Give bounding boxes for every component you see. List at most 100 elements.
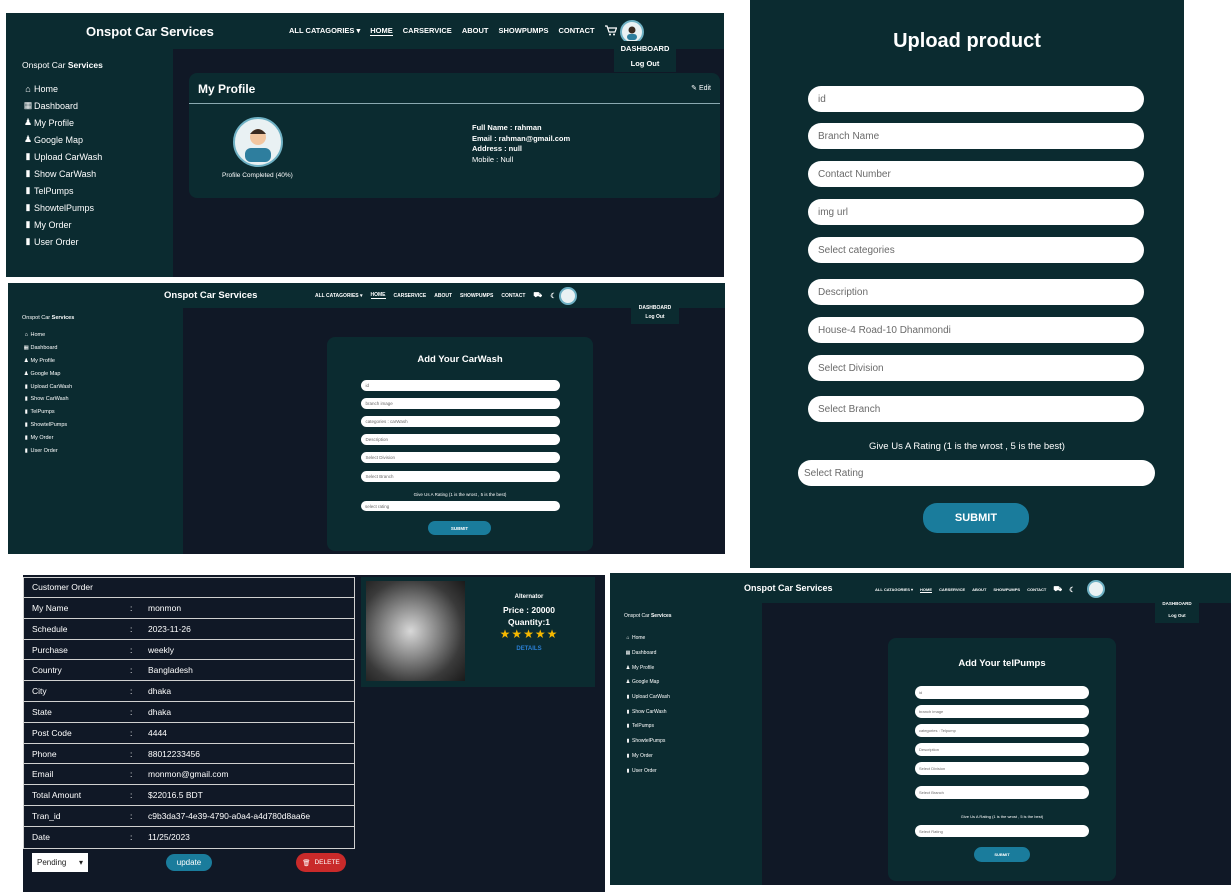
form-field-categories-carwash[interactable]: categories : carWash [361, 416, 560, 427]
sidebar-item-user-order[interactable]: ▮ User Order [22, 233, 102, 250]
form-field-select-division[interactable]: Select Division [361, 452, 560, 463]
sidebar-item-google-map[interactable]: ♟ Google Map [624, 675, 670, 690]
sidebar-item-my-profile[interactable]: ♟ My Profile [22, 114, 102, 131]
nav-contact[interactable]: CONTACT [501, 293, 525, 299]
form-field-id[interactable]: id [808, 86, 1144, 112]
sidebar-item-show-carwash[interactable]: ▮ Show CarWash [22, 165, 102, 182]
nav-showpumps[interactable]: SHOWPUMPS [498, 26, 548, 35]
cart-icon[interactable]: ⛟ [533, 291, 542, 300]
cart-icon[interactable] [604, 25, 617, 36]
dropdown-dashboard[interactable]: DASHBOARD [1155, 598, 1199, 610]
form-field-branch-name[interactable]: Branch Name [808, 123, 1144, 149]
form-field-categories-telpump[interactable]: categories : Telpump [915, 724, 1089, 737]
form-field-select-division[interactable]: Select Division [808, 355, 1144, 381]
sidebar-item-home[interactable]: ⌂ Home [22, 329, 72, 342]
form-field-select-division[interactable]: Select Division [915, 762, 1089, 775]
row-value: dhaka [148, 706, 172, 717]
form-field-id[interactable]: id [361, 380, 560, 391]
sidebar-item-google-map[interactable]: ♟ Google Map [22, 131, 102, 148]
rating-select[interactable]: Select Rating [798, 460, 1155, 486]
sidebar-item-upload-carwash[interactable]: ▮ Upload CarWash [22, 380, 72, 393]
moon-icon[interactable]: ☾ [550, 292, 556, 300]
submit-button[interactable]: SUBMIT [923, 503, 1029, 533]
dropdown-logout[interactable]: Log Out [614, 56, 676, 71]
sidebar-item-my-order[interactable]: ▮ My Order [22, 216, 102, 233]
sidebar-item-user-order[interactable]: ▮ User Order [624, 763, 670, 778]
sidebar-item-showtelpumps[interactable]: ▮ ShowtelPumps [22, 199, 102, 216]
submit-button[interactable]: SUBMIT [428, 521, 491, 535]
sidebar-item-my-order[interactable]: ▮ My Order [624, 749, 670, 764]
sidebar-item-upload-carwash[interactable]: ▮ Upload CarWash [624, 690, 670, 705]
home-icon: ⌂ [24, 332, 28, 339]
sidebar-item-dashboard[interactable]: ▦ Dashboard [22, 97, 102, 114]
form-field-select-branch[interactable]: Select Branch [808, 396, 1144, 422]
nav-all-categories[interactable]: ALL CATAGORIES ▾ [315, 293, 363, 299]
form-field-img-url[interactable]: img url [808, 199, 1144, 225]
nav-about[interactable]: ABOUT [434, 293, 452, 299]
sidebar-item-home[interactable]: ⌂ Home [624, 631, 670, 646]
submit-button[interactable]: SUBMIT [974, 847, 1030, 862]
sidebar-item-google-map[interactable]: ♟ Google Map [22, 367, 72, 380]
nav-carservice[interactable]: CARSERVICE [394, 293, 427, 299]
status-select[interactable]: Pending ▾ [32, 853, 88, 872]
nav-about[interactable]: ABOUT [972, 587, 986, 592]
sidebar-item-telpumps[interactable]: ▮ TelPumps [624, 719, 670, 734]
nav-home[interactable]: HOME [920, 587, 933, 593]
nav-showpumps[interactable]: SHOWPUMPS [993, 587, 1020, 592]
form-field-select-branch[interactable]: Select Branch [915, 786, 1089, 799]
nav-home[interactable]: HOME [370, 26, 393, 36]
avatar[interactable] [1087, 580, 1105, 598]
sidebar-item-showtelpumps[interactable]: ▮ ShowtelPumps [624, 734, 670, 749]
brand-logo[interactable]: Onspot Car Services [164, 290, 257, 301]
sidebar-item-show-carwash[interactable]: ▮ Show CarWash [624, 704, 670, 719]
sidebar-item-upload-carwash[interactable]: ▮ Upload CarWash [22, 148, 103, 165]
update-button[interactable]: update [166, 854, 212, 871]
row-label: State [32, 706, 52, 717]
nav-contact[interactable]: CONTACT [1027, 587, 1046, 592]
dropdown-dashboard[interactable]: DASHBOARD [614, 41, 676, 56]
nav-contact[interactable]: CONTACT [559, 26, 595, 35]
form-field-id[interactable]: id [915, 686, 1089, 699]
brand-logo[interactable]: Onspot Car Services [86, 24, 214, 39]
moon-icon[interactable]: ☾ [1069, 586, 1075, 594]
nav-all-categories[interactable]: ALL CATAGORIES ▾ [289, 26, 360, 35]
nav-carservice[interactable]: CARSERVICE [939, 587, 965, 592]
sidebar-item-telpumps[interactable]: ▮ TelPumps [22, 406, 72, 419]
nav-all-categories[interactable]: ALL CATAGORIES ▾ [875, 587, 913, 592]
edit-button[interactable]: ✎ Edit [691, 84, 711, 92]
sidebar-item-telpumps[interactable]: ▮ TelPumps [22, 182, 102, 199]
sidebar-item-my-profile[interactable]: ♟ My Profile [624, 660, 670, 675]
form-field-select-branch[interactable]: Select Branch [361, 471, 560, 482]
rating-select[interactable]: Select Rating [915, 825, 1089, 837]
details-link[interactable]: DETAILS [469, 646, 589, 652]
delete-button[interactable]: 🗑 DELETE [296, 853, 346, 872]
form-field-contact-number[interactable]: Contact Number [808, 161, 1144, 187]
nav-carservice[interactable]: CARSERVICE [403, 26, 452, 35]
form-field-branch-image[interactable]: branch image [361, 398, 560, 409]
sidebar-item-my-profile[interactable]: ♟ My Profile [22, 355, 72, 368]
sidebar-item-dashboard[interactable]: ▦ Dashboard [624, 646, 670, 661]
sidebar-item-home[interactable]: ⌂ Home [22, 80, 102, 97]
sidebar-item-showtelpumps[interactable]: ▮ ShowtelPumps [22, 419, 72, 432]
dropdown-logout[interactable]: Log Out [631, 313, 679, 322]
rating-select[interactable]: select rating [361, 501, 560, 511]
form-field-select-categories[interactable]: Select categories [808, 237, 1144, 263]
sidebar-item-dashboard[interactable]: ▦ Dashboard [22, 342, 72, 355]
sidebar-item-show-carwash[interactable]: ▮ Show CarWash [22, 393, 72, 406]
sidebar-item-user-order[interactable]: ▮ User Order [22, 444, 72, 457]
map-pin-icon: ♟ [23, 370, 29, 377]
form-field-house-4-road-10-dhanmondi[interactable]: House-4 Road-10 Dhanmondi [808, 317, 1144, 343]
dropdown-logout[interactable]: Log Out [1155, 610, 1199, 622]
form-field-description[interactable]: Description [915, 743, 1089, 756]
form-field-description[interactable]: Description [808, 279, 1144, 305]
cart-icon[interactable]: ⛟ [1053, 585, 1062, 594]
avatar[interactable] [559, 287, 577, 305]
dropdown-dashboard[interactable]: DASHBOARD [631, 304, 679, 313]
nav-about[interactable]: ABOUT [462, 26, 489, 35]
nav-home[interactable]: HOME [370, 292, 386, 299]
sidebar-item-my-order[interactable]: ▮ My Order [22, 431, 72, 444]
brand-logo[interactable]: Onspot Car Services [744, 583, 833, 593]
nav-showpumps[interactable]: SHOWPUMPS [460, 293, 493, 299]
form-field-branch-image[interactable]: branch image [915, 705, 1089, 718]
form-field-description[interactable]: Description [361, 434, 560, 445]
